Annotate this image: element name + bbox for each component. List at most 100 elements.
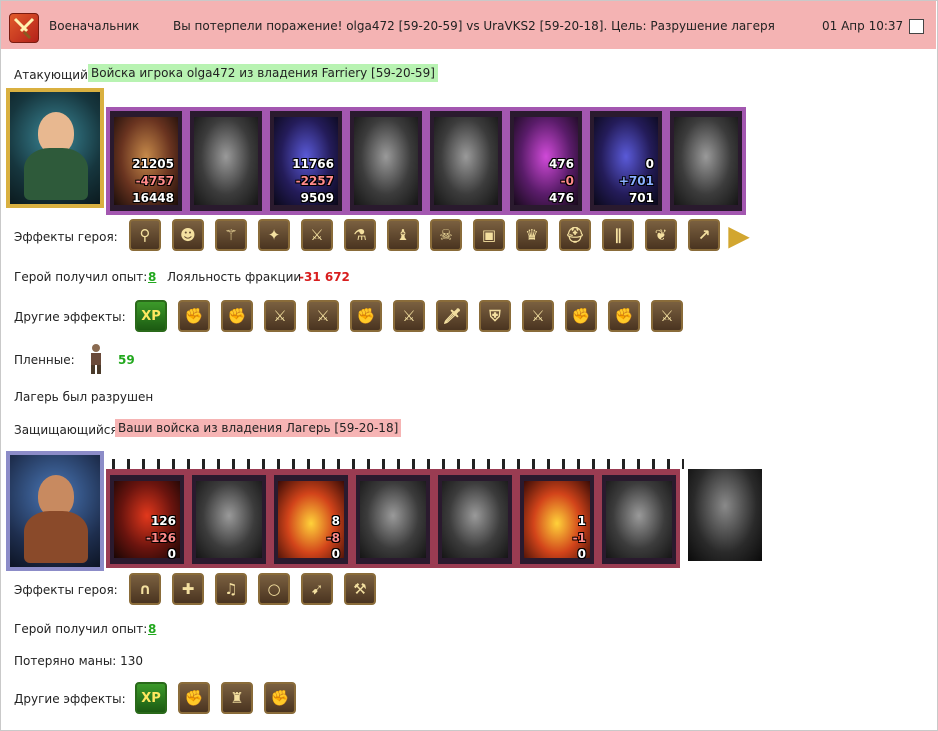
attacker-army: 21205 -4757 16448 11766 -2257 9509 476 -0 476 0 +7… [106,107,746,215]
unit-count-end: 9509 [300,191,334,205]
staff-icon[interactable]: ⚚ [215,219,247,251]
fire-beast-unit-icon[interactable]: 8 -8 0 [270,469,352,568]
assassin-unit-icon[interactable]: 0 +701 701 [586,107,666,215]
defender-exp-value[interactable]: 8 [148,622,156,636]
prisoners-value: 59 [118,353,135,367]
green-sword-icon[interactable]: 🗡 [436,300,468,332]
unit-count-end: 16448 [132,191,174,205]
battle-result-message: Вы потерпели поражение! olga472 [59-20-5… [173,19,775,33]
xp-bonus-icon[interactable]: XP [135,300,167,332]
defender-hero-effects: ∩ ✚ ♫ ○ ➹ ⚒ [129,573,387,605]
scroll-right-arrow-icon[interactable]: ▶ [728,219,750,252]
unit-count-change: -126 [145,531,176,545]
attacker-hero-effects-label: Эффекты героя: [14,230,118,244]
fist-sword-icon[interactable]: ✊ [178,682,210,714]
shield-icon[interactable]: ⛨ [479,300,511,332]
golem-unit-icon[interactable] [434,469,516,568]
unit-image [194,117,258,205]
unit-count-end: 0 [577,547,586,561]
unit-image [434,117,498,205]
attacker-tag: Войска игрока olga472 из владения Farrie… [88,64,438,82]
skull-icon[interactable]: ☠ [430,219,462,251]
ring-icon[interactable]: ○ [258,573,290,605]
fist-sword-icon[interactable]: ✊ [350,300,382,332]
bell-icon[interactable]: ♫ [215,573,247,605]
sword-icon[interactable]: ⚔ [307,300,339,332]
gargoyle-unit-icon[interactable] [352,469,434,568]
undead-skull-border [106,459,684,469]
defender-hero-portrait[interactable] [6,451,104,571]
chest-icon[interactable]: ▣ [473,219,505,251]
unit-image [360,481,426,558]
wings-icon[interactable]: ❦ [645,219,677,251]
battle-timestamp: 01 Апр 10:37 [822,19,904,33]
unit-image [606,481,672,558]
attacker-other-effects: XP ✊ ✊ ⚔ ⚔ ✊ ⚔ 🗡 ⛨ ⚔ ✊ ✊ ⚔ [135,300,694,332]
attacker-hero-portrait[interactable] [6,88,104,208]
unit-count-change: -0 [560,174,574,188]
report-type-title: Военачальник [49,19,140,33]
unit-count-start: 0 [645,157,654,171]
sword-icon[interactable]: ⚔ [651,300,683,332]
sorceress-unit-icon[interactable]: 476 -0 476 [506,107,586,215]
hero-armor [24,511,88,563]
totem-icon[interactable]: ♝ [387,219,419,251]
crystal-icon[interactable]: ✦ [258,219,290,251]
attacker-hero-effects: ⚲ ☻ ⚚ ✦ ⚔ ⚗ ♝ ☠ ▣ ♛ ⛑ ∥ ❦ ↗ ▶ [129,219,758,252]
reaper-unit-icon[interactable] [688,469,762,561]
archer-unit-icon[interactable] [426,107,506,215]
hood-icon[interactable]: ∩ [129,573,161,605]
legs-icon[interactable]: ∥ [602,219,634,251]
attacker-other-effects-label: Другие эффекты: [14,310,126,324]
dragon-rider-unit-icon[interactable]: 11766 -2257 9509 [266,107,346,215]
potion-icon[interactable]: ⚗ [344,219,376,251]
skeleton-unit-icon[interactable] [188,469,270,568]
siege-icon[interactable]: ⚒ [344,573,376,605]
prisoner-icon [87,343,105,375]
unit-count-end: 0 [331,547,340,561]
report-header: Военачальник Вы потерпели поражение! olg… [1,1,936,49]
hero-armor [24,148,88,200]
spear-icon[interactable]: ↗ [688,219,720,251]
unit-count-start: 8 [331,514,340,528]
unit-count-start: 1 [577,514,586,528]
unit-count-start: 126 [150,514,176,528]
unit-count-change: -2257 [295,174,334,188]
unit-count-change: -4757 [135,174,174,188]
sword-icon[interactable]: ⚔ [522,300,554,332]
cross-icon[interactable]: ✚ [172,573,204,605]
fortress-icon[interactable]: ♜ [221,682,253,714]
xp-bonus-icon[interactable]: XP [135,682,167,714]
defender-army: 126 -126 0 8 -8 0 1 -1 0 [106,469,680,568]
unit-image [354,117,418,205]
crossbow-icon[interactable]: ➹ [301,573,333,605]
camp-destroyed-text: Лагерь был разрушен [14,390,154,404]
attacker-exp-value[interactable]: 8 [148,270,156,284]
sword-icon[interactable]: ⚔ [264,300,296,332]
defender-other-effects-label: Другие эффекты: [14,692,126,706]
crossed-swords-icon [9,13,39,43]
attacker-label: Атакующий [14,68,88,82]
helm-icon[interactable]: ⛑ [559,219,591,251]
fist-sword-icon[interactable]: ✊ [221,300,253,332]
ogre-unit-icon[interactable]: 21205 -4757 16448 [106,107,186,215]
unit-count-start: 21205 [132,157,174,171]
crown-icon[interactable]: ♛ [516,219,548,251]
sword-icon[interactable]: ⚔ [393,300,425,332]
unit-count-end: 476 [548,191,574,205]
fist-sword-icon[interactable]: ✊ [565,300,597,332]
death-knight-unit-icon[interactable] [598,469,680,568]
fire-warrior-unit-icon[interactable]: 1 -1 0 [516,469,598,568]
mask-icon[interactable]: ☻ [172,219,204,251]
fist-sword-icon[interactable]: ✊ [178,300,210,332]
fist-sword-icon[interactable]: ✊ [264,682,296,714]
red-demon-unit-icon[interactable]: 126 -126 0 [106,469,188,568]
dark-knight-unit-icon[interactable] [186,107,266,215]
unit-count-change: -1 [572,531,586,545]
sword-icon[interactable]: ⚔ [301,219,333,251]
boots-icon[interactable]: ⚲ [129,219,161,251]
horseman-unit-icon[interactable] [666,107,746,215]
griffin-unit-icon[interactable] [346,107,426,215]
select-checkbox[interactable] [909,19,924,34]
fist-sword-icon[interactable]: ✊ [608,300,640,332]
